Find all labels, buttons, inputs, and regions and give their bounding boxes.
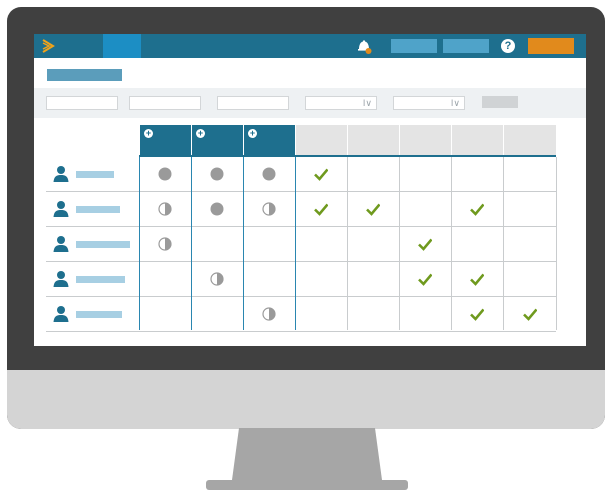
filter-input-2[interactable] [129,96,201,110]
filter-dropdown-2[interactable]: I∨ [393,96,465,110]
row-user-name[interactable] [76,275,125,283]
person-icon [52,165,70,183]
bell-icon[interactable] [355,37,373,55]
checkmark-icon [418,273,433,286]
grid-cell-status[interactable] [210,202,224,216]
checkmark-icon [470,308,485,321]
help-question-icon[interactable]: ? [501,39,515,53]
column-divider [347,157,348,330]
grid-cell-status[interactable] [158,167,172,181]
plus-circle-icon[interactable]: + [248,129,257,138]
half-circle-icon [262,306,276,321]
filled-circle-icon [210,167,224,181]
column-header-empty [452,125,503,155]
grid-cell-status[interactable] [418,237,433,251]
row-divider [46,226,556,227]
person-icon [53,235,69,252]
row-divider [46,331,556,332]
grid-cell-status[interactable] [210,167,224,181]
app-screen: ? I∨ I∨ + + + [34,34,586,346]
grid-cell-status[interactable] [366,202,381,216]
column-divider [243,157,244,330]
grid-cell-status[interactable] [158,236,172,251]
grid-cell-status[interactable] [314,202,329,216]
grid-cell-status[interactable] [470,307,485,321]
column-divider [191,157,192,330]
plus-circle-icon[interactable]: + [196,129,205,138]
row-user-name[interactable] [76,205,120,213]
row-divider [46,296,556,297]
column-header-add[interactable]: + [244,125,295,155]
person-icon [53,200,69,217]
column-header-empty [504,125,556,155]
grid-cell-status[interactable] [314,167,329,181]
half-circle-icon [158,236,172,251]
column-header-add[interactable]: + [140,125,191,155]
filled-circle-icon [210,202,224,215]
primary-action-button[interactable] [528,38,574,54]
filled-circle-icon [262,167,276,181]
row-user-name[interactable] [76,240,130,248]
filter-bar: I∨ I∨ [34,88,586,118]
grid-cell-status[interactable] [418,272,433,286]
nav-tab-active[interactable] [103,34,141,58]
top-navigation-bar: ? [34,34,586,58]
column-divider [451,157,452,330]
grid-cell-status[interactable] [470,202,485,216]
column-divider [556,157,557,330]
grid-cell-status[interactable] [210,271,224,286]
person-icon [53,305,69,322]
chevron-down-icon: I∨ [450,98,460,108]
person-icon [52,200,70,218]
person-icon [52,305,70,323]
monitor-chin [7,370,605,429]
checkmark-icon [314,168,329,181]
checkmark-icon [418,238,433,251]
filter-apply-button[interactable] [482,96,518,108]
person-icon [53,270,69,287]
person-icon [52,235,70,253]
topbar-button-1[interactable] [391,39,437,53]
plus-circle-icon[interactable]: + [144,129,153,138]
column-header-empty [400,125,451,155]
half-circle-icon [210,271,224,286]
checkmark-icon [470,203,485,216]
monitor-stand [206,428,408,490]
grid-cell-status[interactable] [262,306,276,321]
grid-cell-status[interactable] [262,201,276,216]
column-divider [295,157,296,330]
grid-cell-status[interactable] [262,167,276,181]
column-divider [139,157,140,330]
row-user-name[interactable] [76,310,122,318]
column-divider [503,157,504,330]
column-header-add[interactable]: + [192,125,243,155]
column-divider [399,157,400,330]
person-icon [53,166,69,182]
checkmark-icon [522,308,537,321]
checkmark-icon [366,203,381,216]
filter-input-3[interactable] [217,96,289,110]
grid-cell-status[interactable] [158,201,172,216]
column-header-empty [296,125,347,155]
grid-cell-status[interactable] [470,272,485,286]
filter-input-1[interactable] [46,96,118,110]
grid-cell-status[interactable] [522,307,537,321]
chevron-down-icon: I∨ [362,98,372,108]
chevron-logo-icon[interactable] [40,38,56,54]
checkmark-icon [314,203,329,216]
topbar-button-2[interactable] [443,39,489,53]
person-icon [52,270,70,288]
half-circle-icon [158,201,172,216]
row-user-name[interactable] [76,171,114,178]
row-divider [46,261,556,262]
filter-dropdown-1[interactable]: I∨ [305,96,377,110]
row-divider [46,191,556,192]
page-title [47,69,122,81]
checkmark-icon [470,273,485,286]
column-header-empty [348,125,399,155]
filled-circle-icon [158,167,172,181]
half-circle-icon [262,201,276,216]
